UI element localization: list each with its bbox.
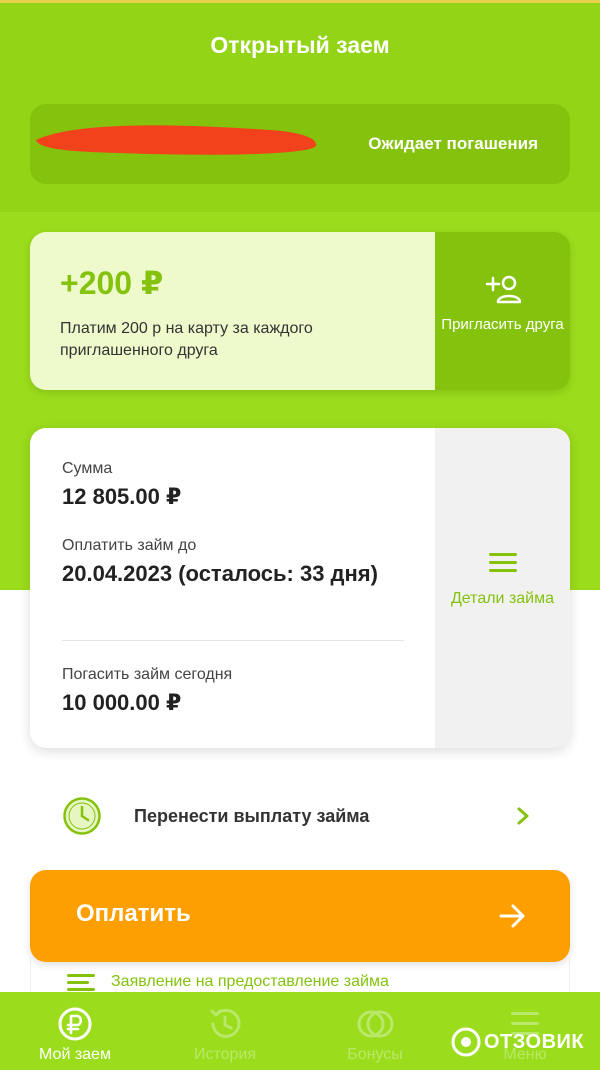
- due-date-value: 20.04.2023 (осталось: 33 дня): [62, 561, 378, 586]
- nav-my-loan[interactable]: Мой заем: [0, 992, 150, 1070]
- invite-friend-button[interactable]: Пригласить друга: [435, 232, 570, 390]
- add-person-icon: [485, 275, 521, 304]
- status-text: Ожидает погашения: [368, 134, 538, 153]
- promo-content: +200 ₽ Платим 200 р на карту за каждого …: [30, 232, 435, 390]
- loan-application-label: Заявление на предоставление займа: [111, 973, 389, 990]
- document-lines-icon: [67, 974, 95, 991]
- otzovik-watermark: ОТЗОВИК: [450, 1024, 595, 1060]
- loan-summary-card: Сумма 12 805.00 ₽ Оплатить займ до 20.04…: [30, 428, 570, 748]
- nav-bonuses[interactable]: Бонусы: [300, 992, 450, 1070]
- status-bar-strip: [0, 0, 600, 3]
- reschedule-payment-label: Перенести выплату займа: [134, 806, 370, 826]
- promo-description: Платим 200 р на карту за каждого приглаш…: [60, 320, 313, 359]
- pay-today-value: 10 000.00 ₽: [62, 690, 182, 715]
- redaction-mark: [36, 125, 317, 155]
- nav-label: Бонусы: [347, 1046, 403, 1063]
- loan-details-label: Детали займа: [450, 590, 555, 607]
- reschedule-payment-button[interactable]: Перенести выплату займа: [30, 786, 570, 846]
- chevron-right-icon: [517, 807, 529, 825]
- history-icon: [210, 1008, 241, 1038]
- due-date-label: Оплатить займ до: [62, 537, 197, 554]
- nav-label: История: [193, 1046, 257, 1063]
- nav-label: Мой заем: [39, 1046, 111, 1063]
- otzovik-logo-icon: [451, 1027, 481, 1057]
- divider: [62, 640, 404, 641]
- page-title: Открытый заем: [210, 32, 390, 58]
- ruble-coin-icon: [58, 1007, 92, 1041]
- sum-value: 12 805.00 ₽: [62, 484, 182, 509]
- pay-button[interactable]: Оплатить: [30, 870, 570, 962]
- sum-label: Сумма: [62, 460, 113, 477]
- invite-promo-card: +200 ₽ Платим 200 р на карту за каждого …: [30, 232, 570, 390]
- promo-amount: +200 ₽: [60, 265, 164, 301]
- bonus-coins-icon: [357, 1010, 394, 1038]
- pay-today-label: Погасить займ сегодня: [62, 666, 233, 683]
- watermark-text: ОТЗОВИК: [484, 1031, 585, 1053]
- arrow-right-icon: [499, 904, 525, 928]
- pay-button-label: Оплатить: [76, 900, 191, 927]
- loan-details-button[interactable]: Детали займа: [435, 428, 570, 748]
- clock-icon: [63, 797, 101, 835]
- loan-info: Сумма 12 805.00 ₽ Оплатить займ до 20.04…: [30, 428, 435, 748]
- invite-friend-label: Пригласить друга: [441, 316, 564, 333]
- nav-history[interactable]: История: [150, 992, 300, 1070]
- list-icon: [489, 553, 517, 572]
